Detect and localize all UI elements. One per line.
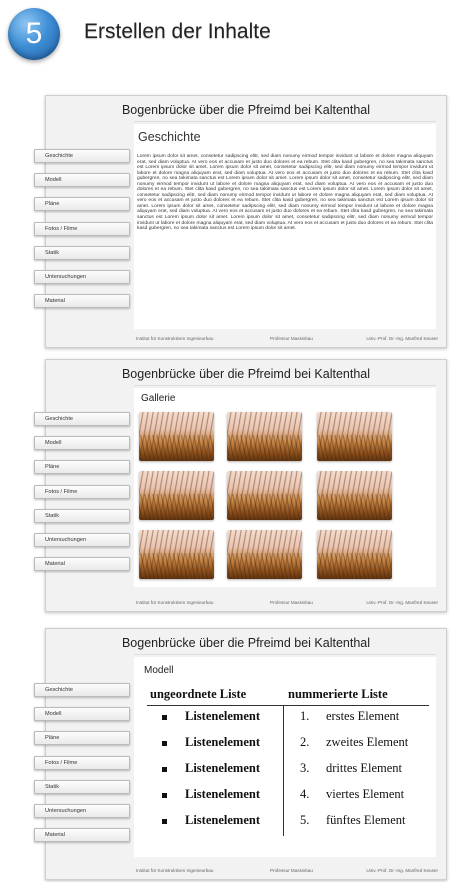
gallery-photo[interactable] xyxy=(317,412,392,461)
nav-item-material[interactable]: Material xyxy=(34,557,130,572)
square-bullet-icon xyxy=(162,819,167,824)
unordered-list-item: Listenelement xyxy=(185,813,260,827)
footer-chair: Professur Massivbau xyxy=(270,336,313,341)
gallery-photo[interactable] xyxy=(227,530,302,579)
ordered-list-item: zweites Element xyxy=(326,735,409,749)
sidebar-nav: Geschichte Modell Pläne Fotos / Filme St… xyxy=(34,149,130,318)
table-row: Listenelement 3. drittes Element xyxy=(147,758,429,784)
gallery-photo[interactable] xyxy=(317,530,392,579)
nav-item-modell[interactable]: Modell xyxy=(34,436,130,451)
square-bullet-icon xyxy=(162,715,167,720)
ordered-list-number: 1. xyxy=(300,709,310,723)
table-row: Listenelement 2. zweites Element xyxy=(147,732,429,758)
footer-professor: Univ.-Prof. Dr.-Ing. Manfred Keuser xyxy=(366,600,438,605)
screen-title: Bogenbrücke über die Pfreimd bei Kaltent… xyxy=(121,636,371,650)
square-bullet-icon xyxy=(162,793,167,798)
screen-modell: Bogenbrücke über die Pfreimd bei Kaltent… xyxy=(34,628,447,880)
nav-item-untersuchungen[interactable]: Untersuchungen xyxy=(34,269,130,284)
footer-professor: Univ.-Prof. Dr.-Ing. Manfred Keuser xyxy=(366,868,438,873)
ordered-list-item: erstes Element xyxy=(326,709,400,723)
gallery-photo[interactable] xyxy=(227,471,302,520)
body-text: Lorem ipsum dolor sit amet, consetetur s… xyxy=(137,154,433,232)
nav-item-statik[interactable]: Statik xyxy=(34,508,130,523)
nav-item-geschichte[interactable]: Geschichte xyxy=(34,683,130,697)
footer-chair: Professur Massivbau xyxy=(270,600,313,605)
footer-institute: Institut für Konstruktiven Ingenieurbau xyxy=(136,600,214,605)
nav-item-modell[interactable]: Modell xyxy=(34,173,130,188)
page-title: Erstellen der Inhalte xyxy=(84,20,271,43)
ordered-list-number: 5. xyxy=(300,813,310,827)
ordered-list-number: 3. xyxy=(300,761,310,775)
nav-item-fotos-filme[interactable]: Fotos / Filme xyxy=(34,755,130,770)
unordered-list-item: Listenelement xyxy=(185,787,260,801)
sidebar-nav: Geschichte Modell Pläne Fotos / Filme St… xyxy=(34,683,130,852)
ordered-list-item: drittes Element xyxy=(326,761,403,775)
table-row: Listenelement 1. erstes Element xyxy=(147,706,429,732)
gallery-photo[interactable] xyxy=(139,412,214,461)
gallery-photo[interactable] xyxy=(317,471,392,520)
title-divider xyxy=(134,654,436,655)
nav-item-geschichte[interactable]: Geschichte xyxy=(34,149,130,163)
content-area: Gallerie xyxy=(134,388,436,587)
modell-heading: Modell xyxy=(144,665,174,676)
footer-professor: Univ.-Prof. Dr.-Ing. Manfred Keuser xyxy=(366,336,438,341)
footer-institute: Institut für Konstruktiven Ingenieurbau xyxy=(136,336,214,341)
nav-item-untersuchungen[interactable]: Untersuchungen xyxy=(34,532,130,547)
nav-item-plaene[interactable]: Pläne xyxy=(34,731,130,746)
ordered-list-item: viertes Element xyxy=(326,787,405,801)
ordered-list-item: fünftes Element xyxy=(326,813,406,827)
screen-gallerie: Bogenbrücke über die Pfreimd bei Kaltent… xyxy=(34,359,447,612)
unordered-list-item: Listenelement xyxy=(185,761,260,775)
nav-item-modell[interactable]: Modell xyxy=(34,707,130,722)
screen-geschichte: Bogenbrücke über die Pfreimd bei Kaltent… xyxy=(34,95,447,348)
nav-item-untersuchungen[interactable]: Untersuchungen xyxy=(34,803,130,818)
gallery-photo[interactable] xyxy=(227,412,302,461)
step-number-badge: 5 xyxy=(8,8,60,60)
unordered-list-item: Listenelement xyxy=(185,735,260,749)
gallery-photo[interactable] xyxy=(139,530,214,579)
table-row: Listenelement 4. viertes Element xyxy=(147,784,429,810)
screen-title: Bogenbrücke über die Pfreimd bei Kaltent… xyxy=(121,367,371,381)
nav-item-statik[interactable]: Statik xyxy=(34,779,130,794)
footer-chair: Professur Massivbau xyxy=(270,868,313,873)
square-bullet-icon xyxy=(162,767,167,772)
nav-item-material[interactable]: Material xyxy=(34,828,130,843)
ordered-list-number: 2. xyxy=(300,735,310,749)
nav-item-plaene[interactable]: Pläne xyxy=(34,460,130,475)
nav-item-fotos-filme[interactable]: Fotos / Filme xyxy=(34,484,130,499)
screen-title: Bogenbrücke über die Pfreimd bei Kaltent… xyxy=(121,103,371,117)
section-heading: Geschichte xyxy=(138,130,201,144)
sidebar-nav: Geschichte Modell Pläne Fotos / Filme St… xyxy=(34,412,130,581)
nav-item-material[interactable]: Material xyxy=(34,294,130,309)
nav-item-statik[interactable]: Statik xyxy=(34,245,130,260)
square-bullet-icon xyxy=(162,741,167,746)
unordered-list-header: ungeordnete Liste xyxy=(150,687,247,701)
footer-institute: Institut für Konstruktiven Ingenieurbau xyxy=(136,868,214,873)
nav-item-geschichte[interactable]: Geschichte xyxy=(34,412,130,426)
ordered-list-number: 4. xyxy=(300,787,310,801)
content-area: Geschichte Lorem ipsum dolor sit amet, c… xyxy=(134,124,436,329)
nav-item-plaene[interactable]: Pläne xyxy=(34,197,130,212)
content-area: Modell ungeordnete Liste nummerierte Lis… xyxy=(134,657,436,857)
title-divider xyxy=(134,385,436,386)
gallery-heading: Gallerie xyxy=(141,393,176,404)
nav-item-fotos-filme[interactable]: Fotos / Filme xyxy=(34,221,130,236)
gallery-photo[interactable] xyxy=(139,471,214,520)
unordered-list-item: Listenelement xyxy=(185,709,260,723)
title-divider xyxy=(134,121,436,122)
table-row: Listenelement 5. fünftes Element xyxy=(147,810,429,836)
ordered-list-header: nummerierte Liste xyxy=(288,687,388,701)
